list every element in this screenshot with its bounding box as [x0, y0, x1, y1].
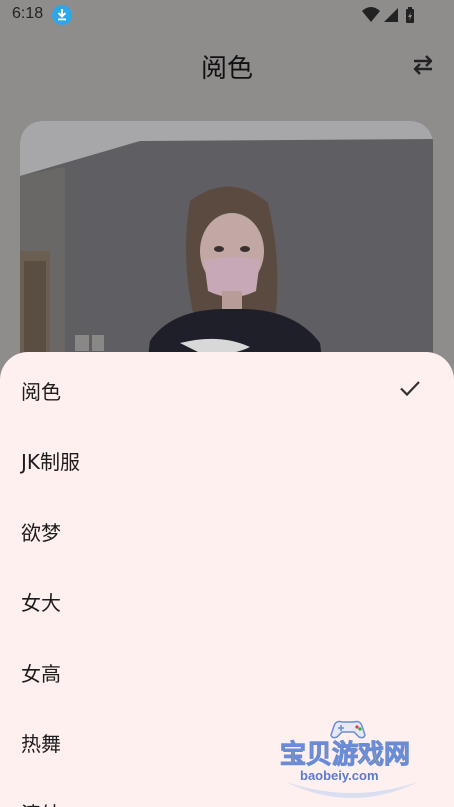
swap-arrows-icon[interactable] — [410, 52, 436, 78]
menu-item-label: JK制服 — [21, 450, 81, 474]
menu-item-nvda[interactable]: 女大 — [0, 563, 454, 633]
app-header: 阅色 — [0, 32, 454, 102]
menu-item-yuese[interactable]: 阅色 — [0, 352, 454, 422]
status-icons — [362, 7, 414, 23]
battery-icon — [406, 7, 414, 23]
menu-item-label: 女大 — [21, 591, 61, 615]
menu-item-label: 清纯 — [21, 798, 61, 807]
wifi-icon — [362, 7, 380, 22]
page-title: 阅色 — [200, 54, 253, 84]
menu-item-yumeng[interactable]: 欲梦 — [0, 493, 454, 563]
app-screen: 6:18 阅色 阅色 JK制服 欲梦 女大 女高 热舞 宝贝游戏网 baobei… — [0, 0, 454, 807]
status-time: 6:18 — [12, 5, 44, 22]
status-bar: 6:18 — [0, 0, 454, 32]
menu-item-label: 女高 — [21, 662, 61, 686]
menu-item-jk-uniform[interactable]: JK制服 — [0, 422, 454, 492]
check-icon — [400, 381, 420, 397]
watermark-url: baobeiy.com — [300, 768, 379, 783]
watermark-title: 宝贝游戏网 — [279, 740, 411, 771]
signal-icon — [384, 8, 398, 22]
download-notification-icon — [52, 5, 72, 25]
menu-item-label: 阅色 — [21, 380, 61, 404]
menu-item-label: 欲梦 — [21, 521, 61, 545]
menu-item-nvgao[interactable]: 女高 — [0, 634, 454, 704]
watermark-logo: 宝贝游戏网 baobeiy.com — [276, 718, 428, 804]
menu-item-label: 热舞 — [21, 732, 61, 756]
